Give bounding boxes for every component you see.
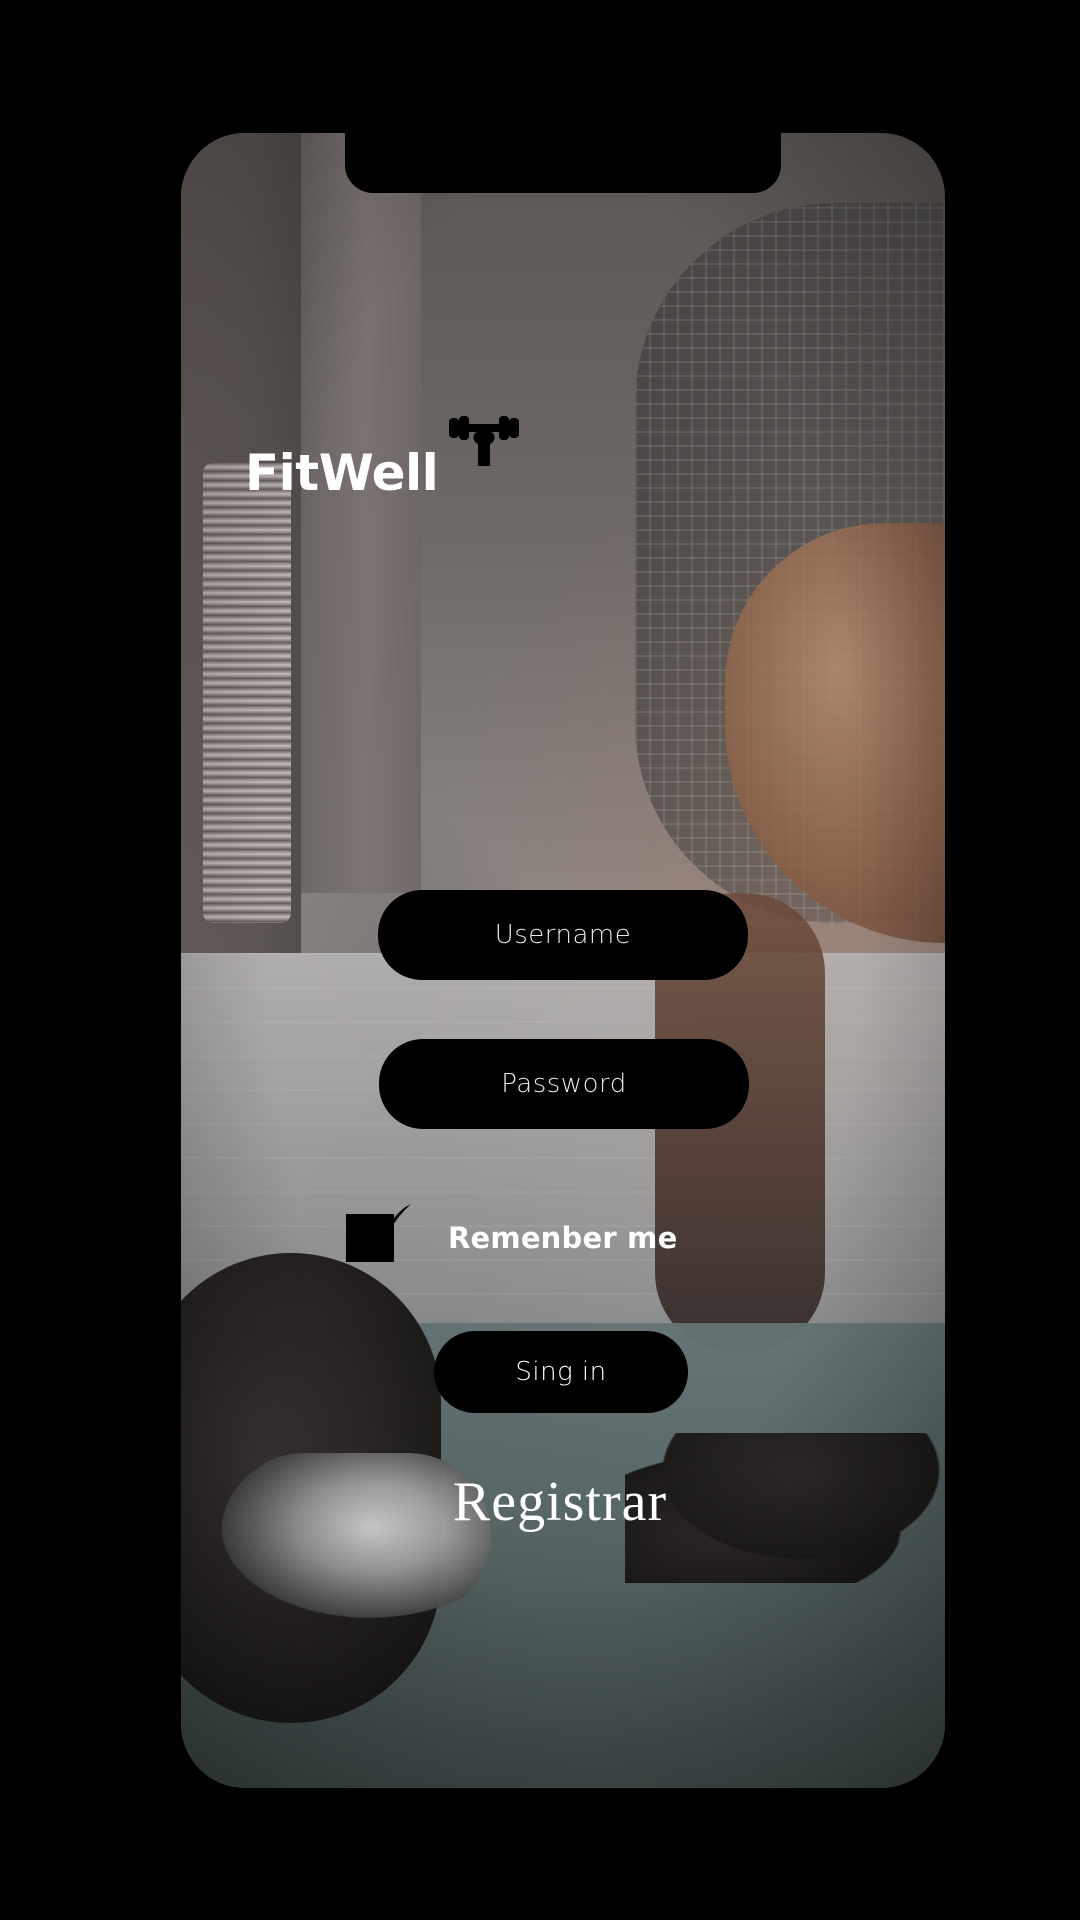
register-link[interactable]: Registrar <box>410 1470 710 1534</box>
sign-in-label: Sing in <box>515 1357 607 1387</box>
password-input[interactable] <box>379 1039 749 1129</box>
phone-notch <box>345 133 781 193</box>
checkmark-icon <box>374 1204 411 1234</box>
background-pillar <box>301 133 421 893</box>
background-pipe <box>203 463 291 923</box>
brand-name: FitWell <box>245 444 439 502</box>
username-input[interactable] <box>378 890 748 980</box>
remember-me-row[interactable]: Remenber me <box>346 1204 776 1268</box>
remember-me-label: Remenber me <box>448 1221 678 1255</box>
dumbbell-icon <box>449 416 520 466</box>
sign-in-button[interactable]: Sing in <box>434 1331 688 1413</box>
brand-logo: FitWell <box>245 416 522 502</box>
remember-me-checkbox[interactable] <box>346 1204 411 1262</box>
